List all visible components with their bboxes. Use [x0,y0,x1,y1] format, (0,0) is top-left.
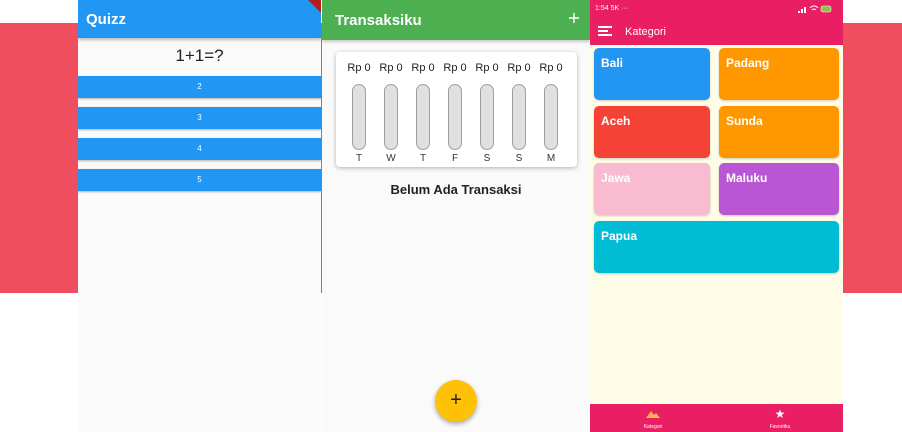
empty-state-message: Belum Ada Transaksi [390,182,522,197]
bar-track [448,84,462,150]
status-bar: 1:54 5K ··· [590,0,843,19]
star-icon: ★ [774,407,786,421]
bar-track [480,84,494,150]
quiz-screen: Quizz 1+1=? 2 3 4 5 [78,0,321,432]
bar-track [512,84,526,150]
mountain-icon [608,407,698,421]
category-tile-sunda[interactable]: Sunda [719,106,839,158]
bar-track [544,84,558,150]
plus-icon[interactable] [568,8,580,29]
quiz-question: 1+1=? [175,46,224,65]
answer-button-4[interactable]: 5 [78,169,321,191]
category-tile-papua[interactable]: Papua [594,221,839,273]
kategori-title: Kategori [625,26,666,38]
nav-item-kategori[interactable]: Kategori [608,407,698,430]
bar-track [352,84,366,150]
screenshot-collage: Quizz 1+1=? 2 3 4 5 Transaksiku Rp 0 T R… [0,0,902,432]
chart-bar-column: Rp 0 F [440,60,470,164]
bar-amount-label: Rp 0 [379,62,403,74]
answer-button-1[interactable]: 2 [78,76,321,98]
status-time: 1:54 5K ··· [595,5,629,12]
category-tile-padang[interactable]: Padang [719,48,839,100]
chart-bar-column: Rp 0 T [408,60,438,164]
add-transaction-button[interactable]: + [435,380,477,422]
bar-amount-label: Rp 0 [539,62,563,74]
transaksi-app-bar: Transaksiku [322,0,590,40]
bar-day-label: W [386,153,396,164]
nav-label-favoritku: Favoritku [769,424,791,430]
quiz-app-bar: Quizz [78,0,321,38]
bar-day-label: T [419,153,427,164]
status-icons [797,4,833,16]
bottom-navigation: Kategori ★ Favoritku [590,404,843,432]
bar-day-label: S [483,153,491,164]
bar-day-label: T [355,153,363,164]
weekly-chart-card: Rp 0 T Rp 0 W Rp 0 T Rp 0 F Rp 0 S Rp 0 … [336,52,577,167]
category-tile-jawa[interactable]: Jawa [594,163,710,215]
bar-amount-label: Rp 0 [347,62,371,74]
quiz-title: Quizz [86,11,126,28]
chart-bar-column: Rp 0 S [504,60,534,164]
transaksi-screen: Transaksiku Rp 0 T Rp 0 W Rp 0 T Rp 0 F … [322,0,590,432]
category-tile-bali[interactable]: Bali [594,48,710,100]
chart-bar-column: Rp 0 S [472,60,502,164]
category-tile-maluku[interactable]: Maluku [719,163,839,215]
chart-bar-column: Rp 0 T [344,60,374,164]
chart-bar-column: Rp 0 M [536,60,566,164]
nav-item-favoritku[interactable]: ★ Favoritku [735,407,825,430]
chart-bar-column: Rp 0 W [376,60,406,164]
answer-button-3[interactable]: 4 [78,138,321,160]
answer-button-2[interactable]: 3 [78,107,321,129]
bar-track [416,84,430,150]
kategori-app-bar: Kategori [590,19,843,45]
bar-day-label: M [546,153,556,164]
kategori-screen: 1:54 5K ··· Kategori Bali Padang Aceh Su… [590,0,843,432]
bar-day-label: F [451,153,459,164]
nav-label-kategori: Kategori [643,424,663,430]
hamburger-menu-icon[interactable] [598,26,612,37]
category-tile-aceh[interactable]: Aceh [594,106,710,158]
bar-track [384,84,398,150]
transaksi-title: Transaksiku [335,12,422,29]
bar-amount-label: Rp 0 [507,62,531,74]
bar-amount-label: Rp 0 [443,62,467,74]
bar-day-label: S [515,153,523,164]
bar-amount-label: Rp 0 [475,62,499,74]
bar-amount-label: Rp 0 [411,62,435,74]
